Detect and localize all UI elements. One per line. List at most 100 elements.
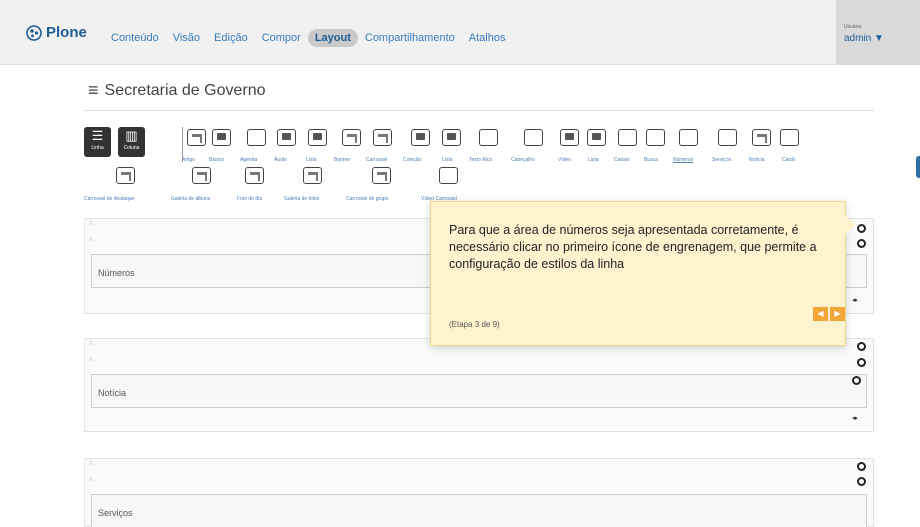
tile-colecao-icon[interactable] (411, 129, 430, 146)
tile-label-servicos: Serviços (712, 157, 732, 163)
nav-conteudo[interactable]: Conteúdo (104, 29, 166, 47)
tile-foto-dia-icon[interactable] (245, 167, 264, 184)
tile-carrossel-destaque-icon[interactable] (116, 167, 135, 184)
nav-edicao[interactable]: Edição (207, 29, 255, 47)
tile-video-carrossel-icon[interactable] (439, 167, 458, 184)
tour-next-button[interactable]: ▶ (830, 307, 845, 321)
tile-video-icon[interactable] (560, 129, 579, 146)
column-handle[interactable]: ≡ (89, 237, 93, 243)
tile-label-texto-rico: Texto Rico (469, 157, 493, 163)
tile-lista-icon[interactable] (308, 129, 327, 146)
tile-carrossel-grupo-icon[interactable] (372, 167, 391, 184)
tile-carrossel-icon[interactable] (373, 129, 392, 146)
nav-layout[interactable]: Layout (307, 29, 358, 47)
column-handle[interactable]: ≡ (89, 357, 93, 363)
tile-toolbar: ☰ Linha ▥ Coluna Artigo Básico Agenda Áudi… (84, 127, 844, 207)
tile-label-carrossel-grupo: Carrossel de grupo (346, 196, 389, 202)
tile-numeros-icon[interactable] (679, 129, 698, 146)
tile-audio-icon[interactable] (277, 129, 296, 146)
main-nav: Conteúdo Visão Edição Compor Layout Comp… (104, 29, 512, 47)
tile-label-lista: Lista (306, 157, 317, 163)
column-settings-gear-icon[interactable] (857, 239, 866, 248)
tile-label-artigo: Artigo (182, 157, 196, 163)
tile-label-agenda: Agenda (240, 157, 258, 163)
tile-label-banner: Banner (334, 157, 351, 163)
column-settings-gear-icon[interactable] (857, 358, 866, 367)
tile-settings-gear-icon[interactable] (852, 376, 861, 385)
tile-label-numeros: Números (673, 157, 694, 163)
tile-galeria-albuns-icon[interactable] (192, 167, 211, 184)
row-icon: ☰ (91, 128, 104, 143)
tile-servicos[interactable]: Serviços (91, 494, 867, 527)
divider (84, 110, 874, 111)
highlighted-gear-icon[interactable] (857, 224, 866, 233)
tile-cards-icon[interactable] (780, 129, 799, 146)
tile-label-noticia: Notícia (749, 157, 765, 163)
tile-noticia-icon[interactable] (752, 129, 771, 146)
add-column-button[interactable]: ▥ Coluna (118, 127, 145, 157)
nav-compor[interactable]: Compor (255, 29, 308, 47)
tile-canais-icon[interactable] (618, 129, 637, 146)
tour-step: (Etapa 3 de 9) (449, 320, 500, 329)
row-handle[interactable]: ≡ (89, 341, 93, 347)
tile-name: Serviços (98, 508, 133, 518)
tile-servicos-icon[interactable] (718, 129, 737, 146)
plone-logo[interactable]: Plone (26, 24, 87, 41)
tile-lista2-icon[interactable] (442, 129, 461, 146)
tile-label-video: Vídeo (558, 157, 572, 163)
side-tab[interactable] (916, 156, 920, 178)
tile-label-audio: Áudio (274, 157, 287, 163)
tile-banner-icon[interactable] (342, 129, 361, 146)
plone-logo-icon (26, 24, 42, 41)
tile-busca-icon[interactable] (646, 129, 665, 146)
tile-label-colecao: Coleção (403, 157, 422, 163)
tile-artigo-icon[interactable] (187, 129, 206, 146)
tile-label-foto-dia: Foto do dia (237, 196, 263, 202)
tile-galeria-fotos-icon[interactable] (303, 167, 322, 184)
page-title: ≡ Secretaria de Governo (88, 80, 266, 101)
layout-row-servicos[interactable]: ≡ ≡ Serviços (84, 458, 874, 527)
tile-lista3-icon[interactable] (587, 129, 606, 146)
menu-icon[interactable]: ≡ (88, 80, 99, 101)
row-handle[interactable]: ≡ (89, 221, 93, 227)
tour-text: Para que a área de números seja apresent… (449, 223, 817, 271)
row-settings-gear-icon[interactable] (857, 462, 866, 471)
tile-label-basico: Básico (209, 157, 225, 163)
tile-name: Notícia (98, 388, 127, 398)
tile-label-carrossel: Carrossel (366, 157, 388, 163)
tile-basico-icon[interactable] (212, 129, 231, 146)
nav-atalhos[interactable]: Atalhos (462, 29, 513, 47)
tile-cabecalho-icon[interactable] (524, 129, 543, 146)
tile-label-canais: Canais (614, 157, 630, 163)
plone-layout-editor: Plone Conteúdo Visão Edição Compor Layou… (0, 0, 920, 527)
layout-row-noticia[interactable]: ≡ ≡ Notícia (84, 338, 874, 432)
tile-label-cabecalho: Cabeçalho (511, 157, 535, 163)
tile-name: Números (98, 268, 135, 278)
username[interactable]: admin ▼ (844, 33, 884, 44)
user-label: Usuário: (844, 24, 863, 30)
tile-label-busca: Busca (644, 157, 658, 163)
top-toolbar: Plone Conteúdo Visão Edição Compor Layou… (0, 0, 920, 65)
move-arrows-icon[interactable]: ◂▸ (852, 414, 858, 422)
user-menu[interactable]: Usuário: admin ▼ (836, 0, 920, 65)
nav-compartilhamento[interactable]: Compartilhamento (358, 29, 462, 47)
row-settings-gear-icon[interactable] (857, 342, 866, 351)
logo-text: Plone (46, 24, 87, 41)
move-arrows-icon[interactable]: ◂▸ (852, 296, 858, 304)
tile-agenda-icon[interactable] (247, 129, 266, 146)
tile-noticia[interactable]: Notícia (91, 374, 867, 408)
column-settings-gear-icon[interactable] (857, 477, 866, 486)
row-handle[interactable]: ≡ (89, 461, 93, 467)
tile-texto-rico-icon[interactable] (479, 129, 498, 146)
tile-label-lista3: Lista (588, 157, 599, 163)
tile-label-galeria-albuns: Galeria de álbuns (171, 196, 211, 202)
nav-visao[interactable]: Visão (166, 29, 207, 47)
column-icon: ▥ (125, 128, 138, 143)
tile-label-carrossel-destaque: Carrossel de destaque (84, 196, 135, 202)
tour-prev-button[interactable]: ◀ (813, 307, 828, 321)
tile-label-cards: Cards (782, 157, 796, 163)
tile-label-galeria-fotos: Galeria de fotos (284, 196, 320, 202)
add-row-button[interactable]: ☰ Linha (84, 127, 111, 157)
column-handle[interactable]: ≡ (89, 477, 93, 483)
page-title-text: Secretaria de Governo (104, 81, 266, 99)
